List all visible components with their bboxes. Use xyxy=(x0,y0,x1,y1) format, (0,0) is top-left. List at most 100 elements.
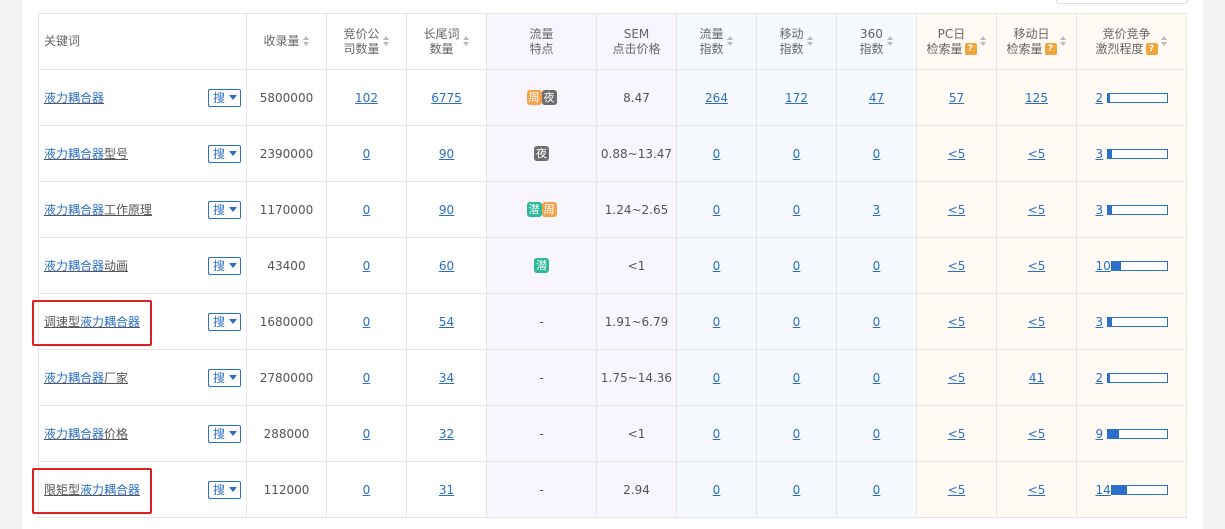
competition-meter[interactable]: 2 xyxy=(1096,91,1168,105)
360-index-link[interactable]: 0 xyxy=(873,315,881,329)
header-bid-companies[interactable]: 竞价公 司数量 xyxy=(326,13,407,70)
search-dropdown-button[interactable]: 搜 xyxy=(208,89,242,107)
pc-daily-link[interactable]: <5 xyxy=(948,483,966,497)
sort-icon[interactable] xyxy=(1160,36,1168,47)
traffic-index-link[interactable]: 0 xyxy=(713,427,721,441)
bid-companies-link[interactable]: 0 xyxy=(363,259,371,273)
header-longtail[interactable]: 长尾词 数量 xyxy=(406,13,487,70)
sort-icon[interactable] xyxy=(382,36,390,47)
header-pc-daily[interactable]: PC日 检索量? xyxy=(916,13,997,70)
competition-meter[interactable]: 9 xyxy=(1096,427,1168,441)
longtail-link[interactable]: 90 xyxy=(439,203,454,217)
mobile-daily-link[interactable]: <5 xyxy=(1028,483,1046,497)
header-index-count[interactable]: 收录量 xyxy=(246,13,327,70)
traffic-index-link[interactable]: 0 xyxy=(713,259,721,273)
keyword-link[interactable]: 液力耦合器工作原理 xyxy=(44,203,152,217)
competition-meter[interactable]: 3 xyxy=(1096,147,1168,161)
360-index-link[interactable]: 0 xyxy=(873,483,881,497)
sort-icon[interactable] xyxy=(979,36,987,47)
competition-meter[interactable]: 10 xyxy=(1096,259,1168,273)
longtail-link[interactable]: 60 xyxy=(439,259,454,273)
pc-daily-link[interactable]: <5 xyxy=(948,371,966,385)
360-index-link[interactable]: 0 xyxy=(873,427,881,441)
pc-daily-link[interactable]: <5 xyxy=(948,203,966,217)
competition-value[interactable]: 2 xyxy=(1096,91,1106,105)
top-toolbar-button[interactable] xyxy=(1056,0,1188,4)
360-index-link[interactable]: 0 xyxy=(873,371,881,385)
pc-daily-link[interactable]: <5 xyxy=(948,427,966,441)
pc-daily-link[interactable]: <5 xyxy=(948,315,966,329)
header-mobile-index[interactable]: 移动 指数 xyxy=(756,13,837,70)
help-icon[interactable]: ? xyxy=(1145,43,1158,55)
longtail-link[interactable]: 32 xyxy=(439,427,454,441)
competition-meter[interactable]: 3 xyxy=(1096,203,1168,217)
longtail-link[interactable]: 90 xyxy=(439,147,454,161)
bid-companies-link[interactable]: 0 xyxy=(363,483,371,497)
search-dropdown-button[interactable]: 搜 xyxy=(208,257,242,275)
mobile-daily-link[interactable]: <5 xyxy=(1028,203,1046,217)
search-dropdown-button[interactable]: 搜 xyxy=(208,425,242,443)
search-dropdown-button[interactable]: 搜 xyxy=(208,481,242,499)
sort-icon[interactable] xyxy=(726,36,734,47)
mobile-index-link[interactable]: 172 xyxy=(785,91,808,105)
360-index-link[interactable]: 3 xyxy=(873,203,881,217)
search-dropdown-button[interactable]: 搜 xyxy=(208,313,242,331)
keyword-link[interactable]: 液力耦合器 xyxy=(44,91,104,105)
longtail-link[interactable]: 54 xyxy=(439,315,454,329)
search-dropdown-button[interactable]: 搜 xyxy=(208,145,242,163)
mobile-index-link[interactable]: 0 xyxy=(793,259,801,273)
competition-meter[interactable]: 3 xyxy=(1096,315,1168,329)
competition-value[interactable]: 14 xyxy=(1096,483,1111,497)
competition-value[interactable]: 9 xyxy=(1096,427,1106,441)
mobile-index-link[interactable]: 0 xyxy=(793,427,801,441)
header-mobile-daily[interactable]: 移动日 检索量? xyxy=(996,13,1077,70)
mobile-index-link[interactable]: 0 xyxy=(793,147,801,161)
keyword-link[interactable]: 液力耦合器型号 xyxy=(44,147,128,161)
longtail-link[interactable]: 6775 xyxy=(431,91,462,105)
search-dropdown-button[interactable]: 搜 xyxy=(208,201,242,219)
mobile-index-link[interactable]: 0 xyxy=(793,315,801,329)
traffic-index-link[interactable]: 0 xyxy=(713,203,721,217)
mobile-daily-link[interactable]: <5 xyxy=(1028,315,1046,329)
bid-companies-link[interactable]: 102 xyxy=(355,91,378,105)
traffic-index-link[interactable]: 0 xyxy=(713,483,721,497)
360-index-link[interactable]: 0 xyxy=(873,259,881,273)
traffic-index-link[interactable]: 264 xyxy=(705,91,728,105)
mobile-daily-link[interactable]: 41 xyxy=(1029,371,1044,385)
bid-companies-link[interactable]: 0 xyxy=(363,203,371,217)
help-icon[interactable]: ? xyxy=(1044,43,1057,55)
competition-value[interactable]: 3 xyxy=(1096,147,1106,161)
header-360-index[interactable]: 360 指数 xyxy=(836,13,917,70)
sort-icon[interactable] xyxy=(1059,36,1067,47)
keyword-link[interactable]: 液力耦合器动画 xyxy=(44,259,128,273)
competition-value[interactable]: 3 xyxy=(1096,315,1106,329)
competition-meter[interactable]: 2 xyxy=(1096,371,1168,385)
traffic-index-link[interactable]: 0 xyxy=(713,147,721,161)
keyword-link[interactable]: 液力耦合器厂家 xyxy=(44,371,128,385)
keyword-link[interactable]: 调速型液力耦合器 xyxy=(44,315,140,329)
sort-icon[interactable] xyxy=(302,36,310,47)
traffic-index-link[interactable]: 0 xyxy=(713,315,721,329)
competition-value[interactable]: 3 xyxy=(1096,203,1106,217)
bid-companies-link[interactable]: 0 xyxy=(363,371,371,385)
keyword-link[interactable]: 限矩型液力耦合器 xyxy=(44,483,140,497)
pc-daily-link[interactable]: <5 xyxy=(948,259,966,273)
bid-companies-link[interactable]: 0 xyxy=(363,315,371,329)
longtail-link[interactable]: 31 xyxy=(439,483,454,497)
competition-value[interactable]: 2 xyxy=(1096,371,1106,385)
help-icon[interactable]: ? xyxy=(964,43,977,55)
mobile-daily-link[interactable]: <5 xyxy=(1028,259,1046,273)
bid-companies-link[interactable]: 0 xyxy=(363,427,371,441)
competition-meter[interactable]: 14 xyxy=(1096,483,1168,497)
sort-icon[interactable] xyxy=(886,36,894,47)
mobile-index-link[interactable]: 0 xyxy=(793,203,801,217)
competition-value[interactable]: 10 xyxy=(1096,259,1111,273)
mobile-daily-link[interactable]: 125 xyxy=(1025,91,1048,105)
mobile-daily-link[interactable]: <5 xyxy=(1028,147,1046,161)
mobile-daily-link[interactable]: <5 xyxy=(1028,427,1046,441)
pc-daily-link[interactable]: 57 xyxy=(949,91,964,105)
header-competition[interactable]: 竞价竞争 激烈程度? xyxy=(1076,13,1187,70)
sort-icon[interactable] xyxy=(806,36,814,47)
mobile-index-link[interactable]: 0 xyxy=(793,483,801,497)
header-traffic-index[interactable]: 流量 指数 xyxy=(676,13,757,70)
